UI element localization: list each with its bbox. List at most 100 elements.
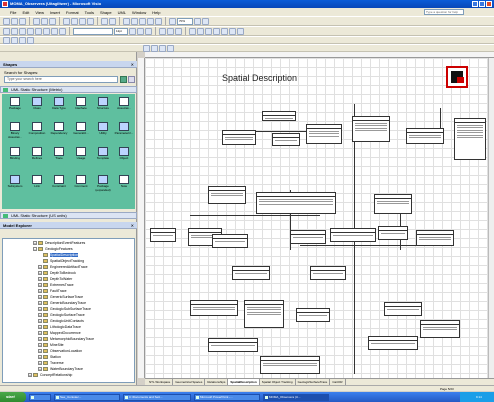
code-icon[interactable]	[19, 36, 26, 44]
taskbar-button-active[interactable]: MOMA_Observera (U...	[263, 393, 329, 401]
print-icon[interactable]	[33, 17, 40, 25]
format-painter-icon[interactable]	[87, 17, 94, 25]
uml-class[interactable]	[368, 336, 418, 350]
uml-class[interactable]	[208, 186, 246, 204]
distribute-icon[interactable]	[27, 27, 34, 35]
cut-icon[interactable]	[63, 17, 70, 25]
uml-class[interactable]	[416, 230, 454, 246]
save-icon[interactable]	[19, 17, 26, 25]
uml-class[interactable]	[208, 338, 258, 352]
menu-format[interactable]: Format	[66, 10, 79, 15]
rotate-icon[interactable]	[51, 27, 58, 35]
expand-icon[interactable]: +	[38, 301, 42, 306]
menu-uml[interactable]: UML	[118, 10, 126, 15]
rectangle-icon[interactable]	[167, 44, 174, 52]
shape-subsystem[interactable]: Subsystem	[4, 174, 26, 194]
uml-class[interactable]	[306, 124, 342, 144]
shape-association[interactable]: Associat...	[113, 96, 135, 116]
shape-package[interactable]: Package	[4, 96, 26, 116]
connector-line[interactable]	[250, 131, 310, 132]
shape-link[interactable]: Link	[26, 174, 48, 194]
shape-note[interactable]: Note	[113, 174, 135, 194]
expand-icon[interactable]: +	[38, 361, 42, 366]
new-icon[interactable]	[3, 17, 10, 25]
search-input[interactable]: Type your search here	[4, 76, 118, 83]
shape-data-type[interactable]: Data Type	[48, 96, 70, 116]
uml-class[interactable]	[260, 356, 320, 374]
shape-template[interactable]: Template	[92, 146, 114, 166]
expand-icon[interactable]: +	[38, 313, 42, 318]
uml-class[interactable]	[212, 234, 248, 248]
help-icon[interactable]	[202, 17, 209, 25]
expand-icon[interactable]: +	[38, 283, 42, 288]
uml-class[interactable]	[272, 133, 300, 146]
menu-window[interactable]: Window	[132, 10, 146, 15]
zoom-combo[interactable]: 70%	[177, 17, 193, 25]
copy-icon[interactable]	[71, 17, 78, 25]
help-search-box[interactable]: Type a question for help	[424, 9, 464, 15]
properties-icon[interactable]	[11, 36, 18, 44]
layer-icon[interactable]	[11, 27, 18, 35]
font-name-combo[interactable]	[73, 27, 113, 35]
uml-class[interactable]	[420, 320, 460, 338]
uml-class[interactable]	[150, 228, 176, 242]
uml-class[interactable]	[330, 228, 376, 242]
shapes-icon[interactable]	[155, 17, 162, 25]
uml-class[interactable]	[262, 111, 296, 121]
shape-package-expanded[interactable]: Package (expanded)	[92, 174, 114, 194]
expand-icon[interactable]: +	[38, 307, 42, 312]
expand-icon[interactable]: +	[28, 373, 32, 378]
italic-icon[interactable]	[137, 27, 144, 35]
align-center-icon[interactable]	[167, 27, 174, 35]
uml-class[interactable]	[378, 226, 408, 240]
menu-help[interactable]: Help	[152, 10, 160, 15]
shadow-icon[interactable]	[237, 27, 244, 35]
expand-icon[interactable]: +	[38, 319, 42, 324]
zoom-in-icon[interactable]	[194, 17, 201, 25]
bold-icon[interactable]	[129, 27, 136, 35]
uml-class[interactable]	[232, 266, 270, 280]
flip-icon[interactable]	[59, 27, 66, 35]
align-right-icon[interactable]	[175, 27, 182, 35]
uml-class[interactable]	[374, 194, 412, 214]
menu-tools[interactable]: Tools	[85, 10, 94, 15]
shape-utility[interactable]: Utility	[92, 121, 114, 141]
stencil-header-metric[interactable]: UML Static Structure (Metric)	[0, 86, 137, 93]
menu-edit[interactable]: Edit	[22, 10, 29, 15]
shape-composition[interactable]: Composition	[26, 121, 48, 141]
drawing-tools-icon[interactable]	[147, 17, 154, 25]
uml-class[interactable]	[256, 192, 336, 214]
connector-tool-icon[interactable]	[131, 17, 138, 25]
open-icon[interactable]	[11, 17, 18, 25]
undo-icon[interactable]	[101, 17, 108, 25]
text-tool-icon[interactable]	[139, 17, 146, 25]
menu-file[interactable]: File	[10, 10, 16, 15]
expand-icon[interactable]: +	[38, 271, 42, 276]
group-icon[interactable]	[35, 27, 42, 35]
align-left-icon[interactable]	[159, 27, 166, 35]
style-icon[interactable]	[3, 27, 10, 35]
menu-shape[interactable]: Shape	[100, 10, 112, 15]
model-explorer-icon[interactable]	[3, 36, 10, 44]
maximize-button[interactable]	[479, 1, 485, 7]
shape-generalization[interactable]: Generaliz...	[70, 121, 92, 141]
uml-class[interactable]	[222, 130, 256, 145]
uml-class[interactable]	[406, 128, 444, 144]
expand-icon[interactable]: +	[38, 295, 42, 300]
expand-icon[interactable]: +	[38, 355, 42, 360]
pointer-icon[interactable]	[143, 44, 150, 52]
uml-class[interactable]	[244, 300, 284, 328]
font-size-combo[interactable]: 12pt	[114, 27, 128, 35]
start-button[interactable]: start	[0, 392, 26, 402]
expand-icon[interactable]: +	[38, 367, 42, 372]
underline-icon[interactable]	[145, 27, 152, 35]
pointer-tool-icon[interactable]	[123, 17, 130, 25]
menu-view[interactable]: View	[35, 10, 44, 15]
search-go-icon[interactable]	[120, 76, 127, 83]
close-icon[interactable]: ✕	[131, 61, 134, 68]
shape-interface[interactable]: Interface	[70, 96, 92, 116]
expand-icon[interactable]: +	[38, 331, 42, 336]
search-options-icon[interactable]	[128, 76, 135, 83]
connector-line[interactable]	[190, 215, 320, 216]
line-ends-icon[interactable]	[229, 27, 236, 35]
